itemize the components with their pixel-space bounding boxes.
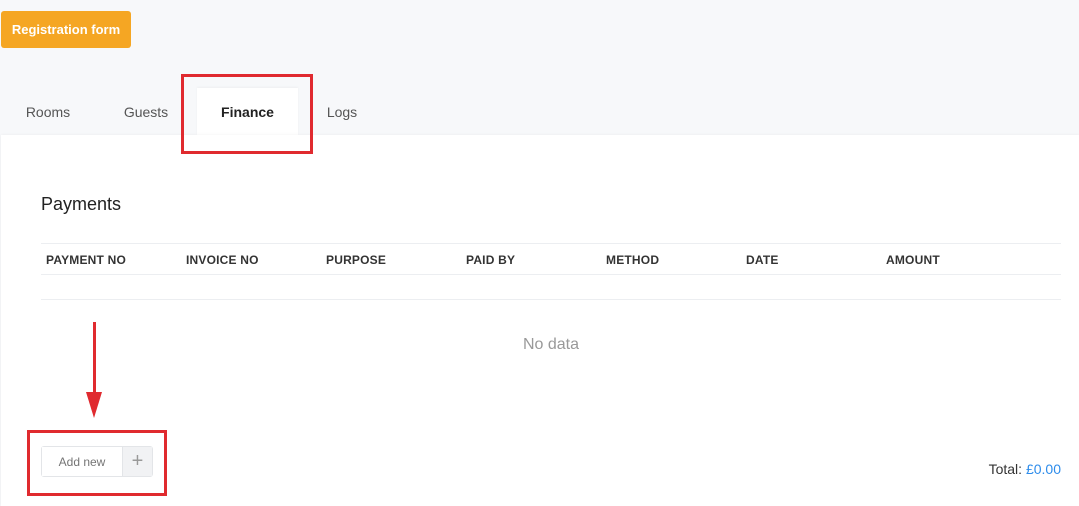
- column-header-payment-no[interactable]: PAYMENT NO: [46, 244, 126, 275]
- plus-icon[interactable]: +: [122, 447, 152, 476]
- annotation-arrow-shaft: [93, 322, 96, 394]
- finance-panel: [1, 135, 1079, 506]
- add-new-input[interactable]: [42, 447, 122, 476]
- column-header-method[interactable]: METHOD: [606, 244, 659, 275]
- total-amount: £0.00: [1025, 461, 1061, 477]
- tab-rooms[interactable]: Rooms: [12, 88, 84, 135]
- total-summary: Total: £0.00: [989, 461, 1061, 477]
- table-divider: [41, 299, 1061, 300]
- annotation-arrow-head-icon: [86, 392, 102, 418]
- payments-table-header: PAYMENT NO INVOICE NO PURPOSE PAID BY ME…: [41, 243, 1061, 275]
- empty-state-text: No data: [522, 336, 580, 353]
- total-label: Total:: [988, 461, 1023, 477]
- column-header-amount[interactable]: AMOUNT: [886, 244, 940, 275]
- tab-bar: Rooms Guests Finance Logs: [0, 88, 1079, 135]
- registration-form-button[interactable]: Registration form: [1, 11, 131, 48]
- page: Registration form Rooms Guests Finance L…: [0, 0, 1079, 506]
- column-header-purpose[interactable]: PURPOSE: [326, 244, 386, 275]
- column-header-paid-by[interactable]: PAID BY: [466, 244, 515, 275]
- column-header-date[interactable]: DATE: [746, 244, 779, 275]
- column-header-invoice-no[interactable]: INVOICE NO: [186, 244, 259, 275]
- tab-finance[interactable]: Finance: [197, 88, 298, 135]
- payments-title: Payments: [41, 194, 122, 214]
- tab-logs[interactable]: Logs: [312, 88, 372, 135]
- tab-guests[interactable]: Guests: [110, 88, 182, 135]
- add-new-payment-control: +: [41, 446, 153, 477]
